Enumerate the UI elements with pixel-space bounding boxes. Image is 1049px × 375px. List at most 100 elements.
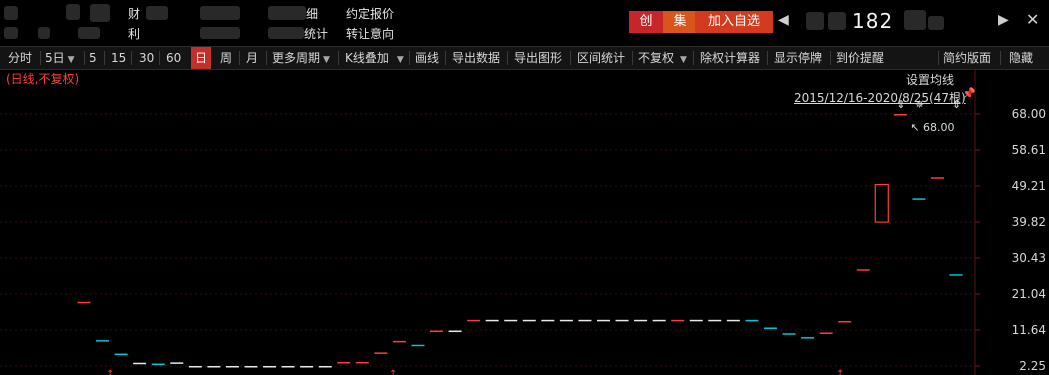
candle[interactable] [374,352,388,354]
tab-month[interactable]: 月 [246,47,258,69]
event-marker-icon[interactable]: ↑ [389,369,397,375]
candle[interactable] [893,114,907,116]
candle[interactable] [838,320,852,323]
candle[interactable] [392,340,406,343]
kline-chart[interactable]: ↖ 68.00 ⇕ ✵ ⇕ ↑ ↑ ↑ 68.00 58.61 49.21 39.82 30.43 2… [0,68,1049,375]
candle[interactable] [930,177,944,179]
candle[interactable] [708,319,722,322]
candle[interactable] [448,330,462,333]
interval-stats-button[interactable]: 区间统计 [577,47,625,69]
candle[interactable] [430,330,444,333]
prev-stock-icon[interactable]: ◀ [778,12,789,28]
event-marker-icon[interactable]: ↑ [106,369,114,375]
blurred-text [268,6,306,20]
blurred-icon [4,6,18,20]
candle[interactable] [671,319,685,322]
info-label-tongji[interactable]: 统计 [304,25,328,42]
candle[interactable] [652,319,666,322]
candle[interactable] [355,361,369,364]
event-marker-icon[interactable]: ↑ [836,369,844,375]
event-marker-icon[interactable]: ⇕ [952,98,961,111]
tab-5day[interactable]: 5日 ▼ [45,47,75,69]
kline-overlay-dropdown[interactable]: K线叠加 ▼ [345,47,404,69]
tab-60min[interactable]: 60 [166,47,181,69]
candle[interactable] [151,363,165,366]
max-price-label: ↖ 68.00 [910,121,954,134]
candle[interactable] [634,319,648,322]
candle[interactable] [225,366,239,368]
candle[interactable] [281,366,295,368]
ex-rights-calculator-button[interactable]: 除权计算器 [700,47,760,69]
candle[interactable] [96,340,110,342]
blurred-text [904,10,926,30]
candle[interactable] [263,366,277,368]
info-label-transfer[interactable]: 转让意向 [346,25,394,42]
tab-15min[interactable]: 15 [111,47,126,69]
candle[interactable] [801,337,815,339]
candle[interactable] [318,366,332,368]
candle[interactable] [114,353,128,356]
chevron-down-icon: ▼ [67,55,75,65]
candle[interactable] [541,319,555,322]
markers: ↖ 68.00 ⇕ ✵ ⇕ ↑ ↑ ↑ [106,98,961,375]
candle[interactable] [467,319,481,322]
y-tick-label: 30.43 [1012,251,1046,265]
blurred-text [90,4,110,22]
candle[interactable] [559,319,573,322]
close-x-icon[interactable]: ✕ [1026,10,1039,29]
candle[interactable] [912,198,926,200]
candle[interactable] [337,361,351,364]
info-label-mingxi[interactable]: 细 [306,5,318,22]
export-graphic-button[interactable]: 导出图形 [514,47,562,69]
price-alert-button[interactable]: 到价提醒 [836,47,884,69]
candle[interactable] [856,269,870,271]
candle[interactable] [300,366,314,368]
event-marker-icon[interactable]: ✵ [915,98,924,111]
candle[interactable] [745,319,759,322]
draw-line-button[interactable]: 画线 [415,47,439,69]
simple-layout-button[interactable]: 简约版面 [943,47,991,69]
y-axis-ticks: 68.00 58.61 49.21 39.82 30.43 21.04 11.64 2.25 [975,107,1046,373]
candle[interactable] [188,366,202,368]
y-tick-label: 58.61 [1012,143,1046,157]
info-label-quote[interactable]: 约定报价 [346,5,394,22]
blurred-text [200,27,240,39]
adjust-dropdown[interactable]: 不复权 ▼ [638,47,687,69]
tab-fenshi[interactable]: 分时 [8,47,32,69]
chuang-badge[interactable]: 创 [629,11,663,33]
candle[interactable] [522,319,536,322]
more-periods-dropdown[interactable]: 更多周期 ▼ [272,47,330,69]
export-data-button[interactable]: 导出数据 [452,47,500,69]
candle[interactable] [615,319,629,322]
candle[interactable] [170,362,184,364]
add-watchlist-button[interactable]: 加入自选 [695,11,773,33]
candle[interactable] [485,319,499,322]
candle[interactable] [411,344,425,347]
ji-badge[interactable]: 集 [663,11,697,33]
show-suspension-button[interactable]: 显示停牌 [774,47,822,69]
candle[interactable] [726,319,740,322]
candle[interactable] [596,319,610,322]
candle[interactable] [819,332,833,334]
candle[interactable] [77,301,91,304]
next-stock-icon[interactable]: ▶ [998,12,1009,28]
candle[interactable] [133,362,147,365]
y-tick-label: 49.21 [1012,179,1046,193]
tab-day[interactable]: 日 [191,47,212,69]
hide-button[interactable]: 隐藏 [1009,47,1033,69]
candle[interactable] [578,319,592,322]
event-marker-icon[interactable]: ⇕ [896,98,905,111]
candle[interactable] [207,366,221,368]
candle[interactable] [763,327,777,329]
candle[interactable] [949,274,963,276]
tab-week[interactable]: 周 [220,47,232,69]
candle[interactable] [504,319,518,322]
candle[interactable] [782,333,796,335]
candle[interactable] [244,366,258,368]
candle[interactable] [689,319,703,322]
tab-30min[interactable]: 30 [139,47,154,69]
tab-5min[interactable]: 5 [89,47,97,69]
candle[interactable] [874,183,889,223]
blurred-text [200,6,240,20]
blurred-text [268,27,304,39]
